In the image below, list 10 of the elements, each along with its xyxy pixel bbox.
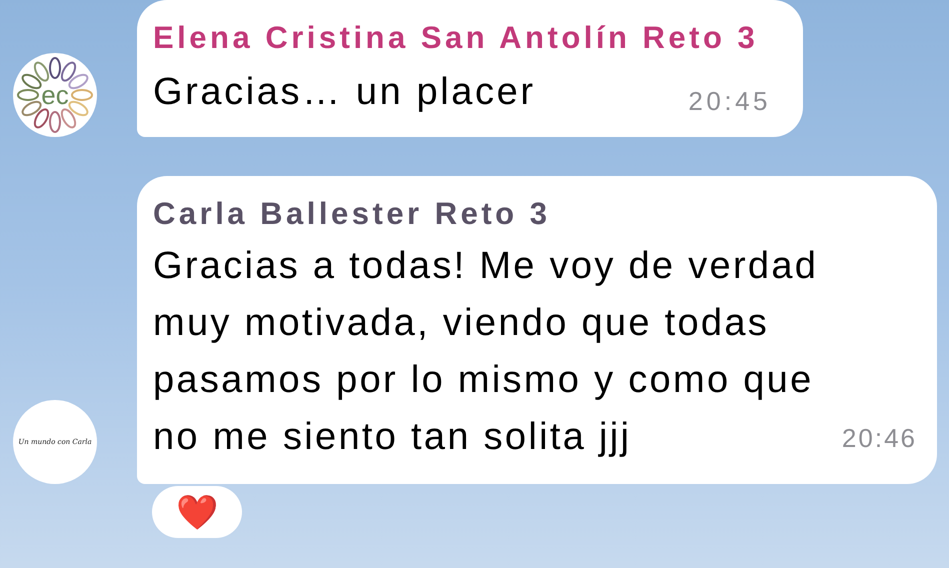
message-time: 20:45 xyxy=(688,85,771,118)
message-text: Gracias a todas! Me voy de verdad muy motivada, viendo que todas pasamos por lo mismo y como que no me siento tan solita jjj xyxy=(153,244,820,460)
heart-reaction[interactable]: ❤ xyxy=(152,486,242,538)
message-text: Gracias… un placer xyxy=(153,70,536,115)
sender-name: Elena Cristina San Antolín Reto 3 xyxy=(153,20,760,56)
sender-name: Carla Ballester Reto 3 xyxy=(153,196,552,232)
avatar[interactable]: ec xyxy=(13,53,97,137)
flower-logo-icon xyxy=(17,57,93,133)
message-time: 20:46 xyxy=(842,422,917,455)
avatar-logo-text: ec xyxy=(41,80,69,110)
